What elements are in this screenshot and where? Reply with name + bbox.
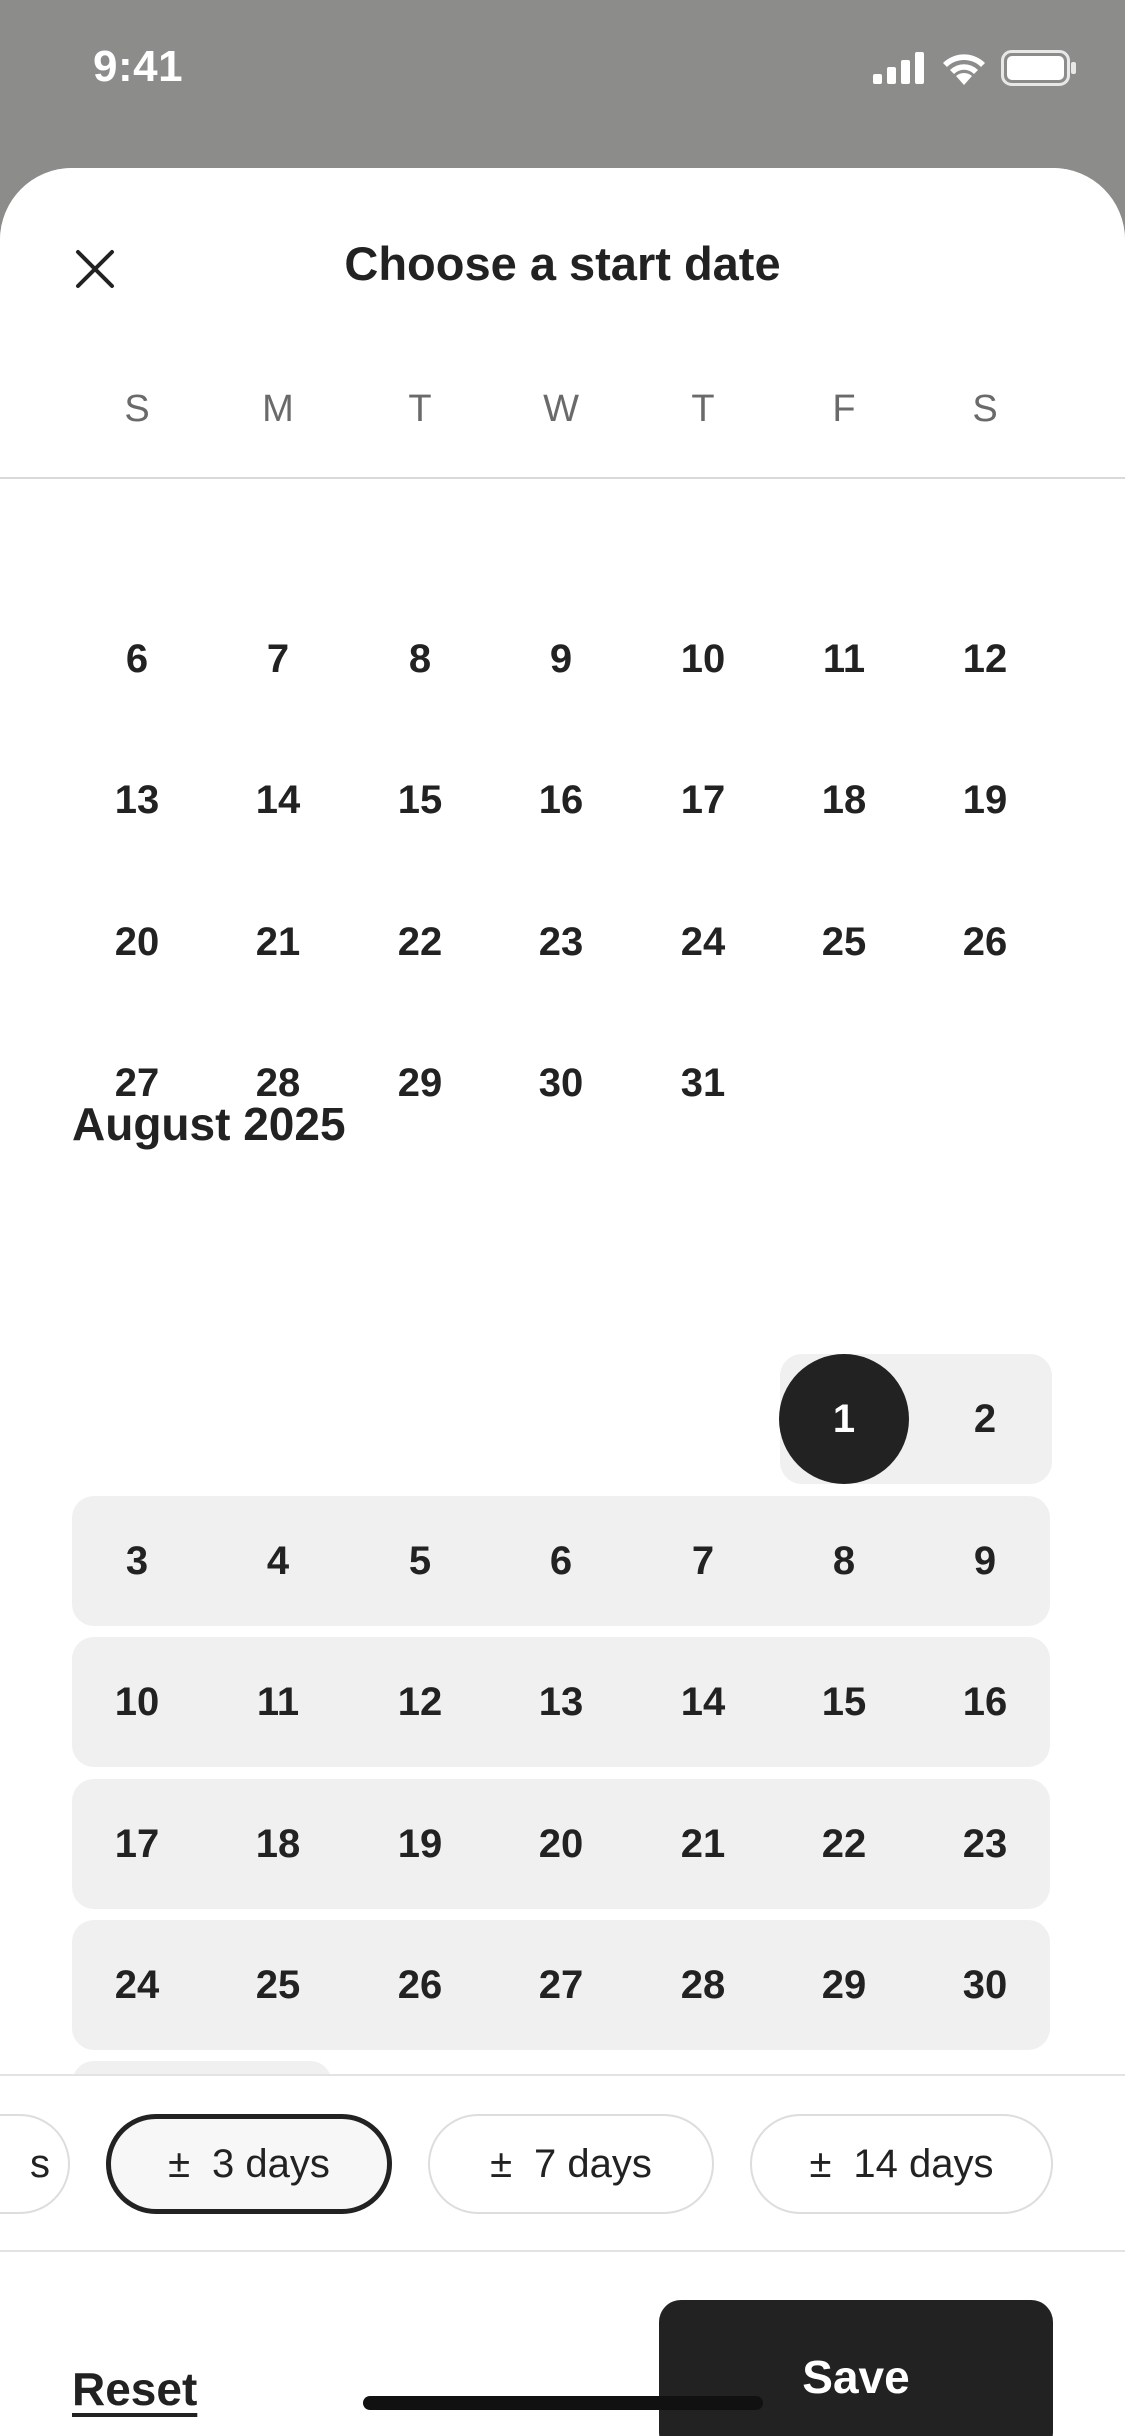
chip-label: 7 days [534,2141,652,2186]
calendar-day[interactable]: 28 [638,1920,768,2050]
weekday-label: T [691,388,715,430]
calendar-day[interactable]: 26 [920,877,1050,1007]
flex-chip-7-days[interactable]: ± 7 days [428,2114,714,2214]
calendar-day[interactable]: 7 [638,1496,768,1626]
weekday-label: F [832,388,856,430]
wifi-icon [943,54,985,85]
weekday-row: SMTWTFS [0,388,1125,438]
calendar-day[interactable]: 4 [213,1496,343,1626]
status-time: 9:41 [93,42,184,91]
calendar-day[interactable]: 7 [213,594,343,724]
calendar-day[interactable]: 24 [638,877,768,1007]
calendar-day[interactable]: 15 [779,1637,909,1767]
save-button[interactable]: Save [659,2300,1053,2436]
page-title: Choose a start date [344,237,781,290]
calendar-day[interactable]: 21 [213,877,343,1007]
calendar-day[interactable]: 20 [72,877,202,1007]
calendar-day-selected[interactable]: 1 [779,1354,909,1484]
calendar-day[interactable]: 11 [779,594,909,724]
calendar-day[interactable]: 13 [72,735,202,865]
calendar-day[interactable]: 18 [779,735,909,865]
calendar-day[interactable]: 27 [496,1920,626,2050]
calendar-day[interactable]: 27 [72,1018,202,1148]
calendar-day[interactable]: 23 [920,1779,1050,1909]
calendar-day[interactable]: 16 [920,1637,1050,1767]
home-indicator [363,2396,763,2410]
chip-label: 3 days [212,2141,330,2186]
date-picker-sheet: August 2025 6 7 8 9 10 11 12 13 14 15 16 17 18 19 20 21… [0,168,1125,2436]
calendar-day[interactable]: 8 [779,1496,909,1626]
signal-icon [873,52,924,84]
calendar-day[interactable]: 23 [496,877,626,1007]
calendar-day[interactable]: 18 [213,1779,343,1909]
plus-minus-icon: ± [809,2141,832,2186]
calendar-day[interactable]: 14 [213,735,343,865]
calendar-day[interactable]: 9 [496,594,626,724]
reset-button[interactable]: Reset [72,2362,197,2416]
flex-chip-3-days[interactable]: ± 3 days [106,2114,392,2214]
sheet-header: Choose a start date S M T W T F S [0,168,1125,479]
calendar-day[interactable]: 30 [496,1018,626,1148]
calendar-day[interactable]: 25 [779,877,909,1007]
weekday-label: T [408,388,432,430]
calendar-day[interactable]: 3 [72,1496,202,1626]
calendar-day[interactable]: 21 [638,1779,768,1909]
calendar-day[interactable]: 8 [355,594,485,724]
selected-day-number: 1 [779,1354,909,1484]
calendar-day[interactable]: 19 [355,1779,485,1909]
weekday-label: S [972,388,998,430]
plus-minus-icon: ± [168,2141,191,2186]
calendar-day[interactable]: 22 [355,877,485,1007]
calendar-day[interactable]: 17 [638,735,768,865]
calendar-day[interactable]: 30 [920,1920,1050,2050]
plus-minus-icon: ± [490,2141,513,2186]
calendar-day[interactable]: 20 [496,1779,626,1909]
calendar-day[interactable]: 12 [920,594,1050,724]
calendar-day[interactable]: 9 [920,1496,1050,1626]
calendar-day[interactable]: 10 [72,1637,202,1767]
chip-label: s [30,2141,50,2186]
weekday-label: W [543,388,579,430]
calendar-day[interactable]: 12 [355,1637,485,1767]
flex-chip-14-days[interactable]: ± 14 days [750,2114,1053,2214]
calendar-day[interactable]: 5 [355,1496,485,1626]
calendar-day[interactable]: 28 [213,1018,343,1148]
calendar-day[interactable]: 16 [496,735,626,865]
calendar-scroll-area[interactable]: August 2025 6 7 8 9 10 11 12 13 14 15 16 17 18 19 20 21… [0,479,1125,2074]
calendar-day[interactable]: 29 [355,1018,485,1148]
calendar-day[interactable]: 6 [496,1496,626,1626]
calendar-day[interactable]: 2 [920,1354,1050,1484]
weekday-label: M [262,388,294,430]
chip-label: 14 days [853,2141,994,2186]
calendar-day[interactable]: 13 [496,1637,626,1767]
status-icons [873,50,1077,86]
calendar-day[interactable]: 29 [779,1920,909,2050]
battery-icon [1001,50,1076,86]
flex-chip-partial[interactable]: s [0,2114,70,2214]
range-highlight [72,2061,332,2074]
calendar-day[interactable]: 25 [213,1920,343,2050]
divider [0,477,1125,479]
flexibility-options[interactable]: s ± 3 days ± 7 days ± 14 days [0,2074,1125,2252]
calendar-day[interactable]: 11 [213,1637,343,1767]
calendar-day[interactable]: 14 [638,1637,768,1767]
calendar-day[interactable]: 15 [355,735,485,865]
status-bar: 9:41 [0,0,1125,140]
calendar-day[interactable]: 22 [779,1779,909,1909]
calendar-day[interactable]: 6 [72,594,202,724]
calendar-day[interactable]: 17 [72,1779,202,1909]
calendar-day[interactable]: 10 [638,594,768,724]
calendar-day[interactable]: 24 [72,1920,202,2050]
weekday-label: S [124,388,150,430]
calendar-day[interactable]: 31 [638,1018,768,1148]
calendar-day[interactable]: 19 [920,735,1050,865]
calendar-day[interactable]: 26 [355,1920,485,2050]
